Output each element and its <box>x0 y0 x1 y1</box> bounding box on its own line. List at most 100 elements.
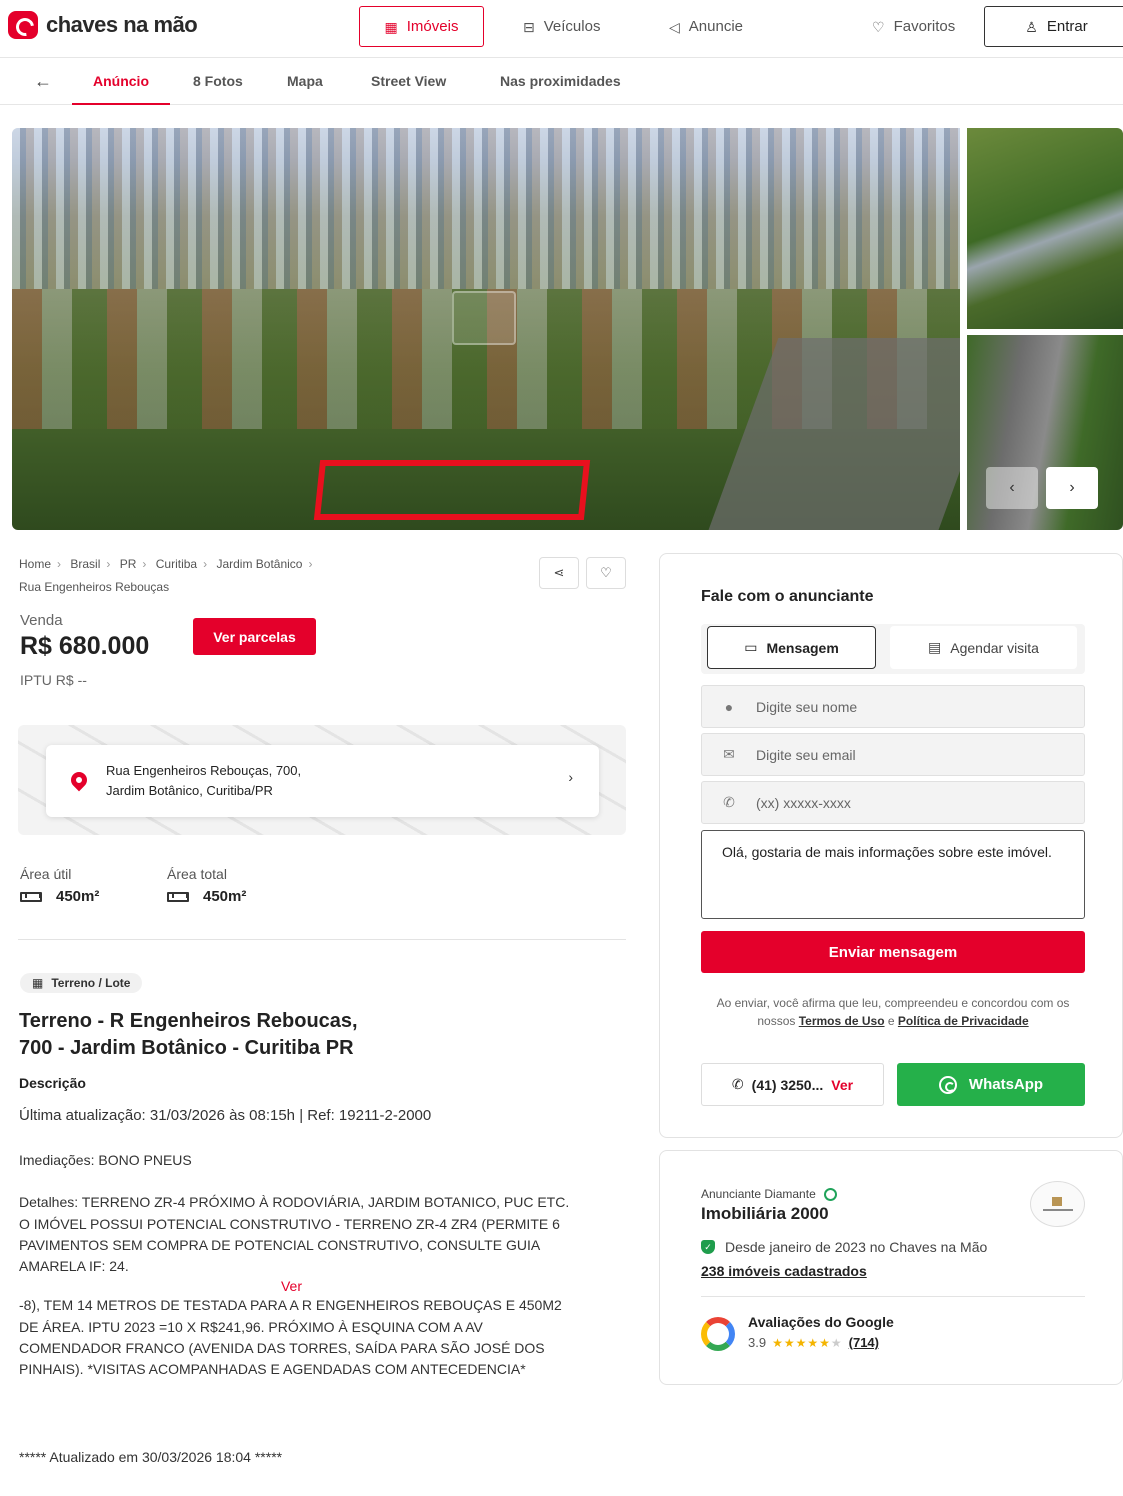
address-text: Rua Engenheiros Rebouças, 700, Jardim Bo… <box>106 761 406 801</box>
google-rating-value: 3.9 <box>748 1335 767 1350</box>
nav-anuncie-button[interactable]: ◁ Anuncie <box>669 6 743 47</box>
phone-field: ✆ <box>701 781 1085 824</box>
tab-fotos[interactable]: 8 Fotos <box>193 58 243 105</box>
description-ver-more-link[interactable]: Ver <box>19 1277 564 1295</box>
phone-ver-link[interactable]: Ver <box>831 1077 853 1093</box>
thumbnail-photo-1[interactable] <box>967 128 1123 329</box>
tab-mapa[interactable]: Mapa <box>287 58 323 105</box>
chat-icon: ▭ <box>744 639 758 655</box>
description-detalhes: Detalhes: TERRENO ZR-4 PRÓXIMO À RODOVIÁ… <box>19 1194 570 1211</box>
site-logo[interactable]: chaves na mão <box>8 11 198 39</box>
back-arrow-icon[interactable]: ← <box>34 58 52 105</box>
top-navbar: chaves na mão ▦ Imóveis ⊟ Veículos ◁ Anu… <box>0 0 1123 58</box>
breadcrumb-separator: › <box>142 557 147 571</box>
google-review-count-link[interactable]: (714) <box>849 1335 879 1350</box>
advertiser-listings-link[interactable]: 238 imóveis cadastrados <box>701 1263 867 1279</box>
send-message-button[interactable]: Enviar mensagem <box>701 931 1085 973</box>
description-footer: ***** Atualizado em 30/03/2026 18:04 ***… <box>19 1449 283 1465</box>
whatsapp-label: WhatsApp <box>968 1076 1044 1093</box>
photo-city-skyline <box>12 128 960 289</box>
envelope-icon: ✉ <box>723 746 735 762</box>
favorite-button[interactable]: ♡ <box>586 557 626 589</box>
description-body: Imediações: BONO PNEUS Detalhes: TERRENO… <box>19 1150 579 1381</box>
tab-street-view[interactable]: Street View <box>371 58 446 105</box>
advertiser-since: ✓ Desde janeiro de 2023 no Chaves na Mão <box>701 1239 987 1255</box>
whatsapp-button[interactable]: WhatsApp <box>897 1063 1085 1106</box>
breadcrumb-home[interactable]: Home <box>19 557 51 571</box>
nav-imoveis-label: Imóveis <box>406 18 459 35</box>
contact-mode-switch: ▭ Mensagem ▤ Agendar visita <box>701 624 1085 674</box>
message-textarea[interactable]: Olá, gostaria de mais informações sobre … <box>701 830 1085 919</box>
building-icon: ▦ <box>384 18 398 35</box>
google-rating-row: 3.9 ★★★★★★ (714) <box>748 1335 879 1350</box>
terms-link[interactable]: Termos de Uso <box>799 1014 885 1028</box>
phone-icon: ✆ <box>723 794 735 810</box>
advertiser-logo[interactable] <box>1030 1181 1085 1227</box>
ver-parcelas-button[interactable]: Ver parcelas <box>193 618 316 655</box>
contact-title: Fale com o anunciante <box>701 588 874 605</box>
breadcrumb-curitiba[interactable]: Curitiba <box>156 557 197 571</box>
listing-title-line-1: Terreno - R Engenheiros Reboucas, <box>19 1010 358 1032</box>
nav-anuncie-label: Anuncie <box>688 18 743 35</box>
legal-notice: Ao enviar, você afirma que leu, compreen… <box>701 994 1085 1030</box>
area-util-label: Área útil <box>20 866 72 882</box>
whatsapp-icon <box>938 1075 957 1094</box>
photo-watermark <box>452 291 516 345</box>
verified-shield-icon: ✓ <box>701 1240 715 1254</box>
star-rating-icon: ★★★★★★ <box>772 1335 843 1350</box>
google-icon <box>701 1317 735 1351</box>
nav-favoritos-button[interactable]: ♡ Favoritos <box>872 6 955 47</box>
property-type-label: Terreno / Lote <box>51 976 131 990</box>
gallery-prev-button[interactable]: ‹ <box>986 467 1038 509</box>
share-button[interactable]: ⋖ <box>539 557 579 589</box>
description-potencial: O IMÓVEL POSSUI POTENCIAL CONSTRUTIVO - … <box>19 1215 560 1275</box>
breadcrumb-separator: › <box>57 557 62 571</box>
area-total: Área total 450m² <box>167 866 246 905</box>
address-line-2: Jardim Botânico, Curitiba/PR <box>106 783 273 798</box>
breadcrumb-separator: › <box>203 557 208 571</box>
nav-veiculos-button[interactable]: ⊟ Veículos <box>523 6 600 47</box>
description-update-line: Última atualização: 31/03/2026 às 08:15h… <box>19 1107 432 1124</box>
name-field: ● <box>701 685 1085 728</box>
email-input[interactable] <box>756 746 1066 763</box>
tab-agendar-visita[interactable]: ▤ Agendar visita <box>890 626 1077 669</box>
ruler-icon <box>167 891 189 902</box>
name-input[interactable] <box>756 698 1066 715</box>
section-divider <box>18 939 626 940</box>
show-phone-button[interactable]: ✆ (41) 3250... Ver <box>701 1063 884 1106</box>
advertiser-logo-mark <box>1042 1197 1073 1211</box>
breadcrumb-separator: › <box>308 557 313 571</box>
email-field: ✉ <box>701 733 1085 776</box>
nav-veiculos-label: Veículos <box>543 18 601 35</box>
lot-outline-marker <box>313 460 591 520</box>
nav-imoveis-button[interactable]: ▦ Imóveis <box>359 6 484 47</box>
person-icon: ● <box>724 698 734 715</box>
address-card[interactable]: Rua Engenheiros Rebouças, 700, Jardim Bo… <box>46 745 599 817</box>
tab-nas-proximidades[interactable]: Nas proximidades <box>500 58 621 105</box>
ruler-icon <box>20 891 42 902</box>
phone-input[interactable] <box>756 794 1066 811</box>
breadcrumb-street[interactable]: Rua Engenheiros Rebouças <box>19 580 169 594</box>
listing-title: Terreno - R Engenheiros Reboucas, 700 - … <box>19 1008 439 1062</box>
main-photo[interactable] <box>12 128 960 530</box>
tab-mensagem[interactable]: ▭ Mensagem <box>707 626 876 669</box>
diamond-badge-icon <box>823 1187 837 1201</box>
gallery-next-button[interactable]: › <box>1046 467 1098 509</box>
chevron-right-icon: › <box>568 769 573 785</box>
breadcrumb-brasil[interactable]: Brasil <box>70 557 100 571</box>
breadcrumb-jardim-botanico[interactable]: Jardim Botânico <box>216 557 302 571</box>
privacy-link[interactable]: Política de Privacidade <box>898 1014 1029 1028</box>
address-line-1: Rua Engenheiros Rebouças, 700, <box>106 763 302 778</box>
advertiser-name[interactable]: Imobiliária 2000 <box>701 1204 829 1224</box>
legal-and: e <box>887 1014 895 1028</box>
listing-title-line-2: 700 - Jardim Botânico - Curitiba PR <box>19 1037 354 1059</box>
calendar-icon: ▤ <box>928 639 942 655</box>
tab-anuncio[interactable]: Anúncio <box>72 58 170 105</box>
breadcrumb-pr[interactable]: PR <box>120 557 137 571</box>
logo-key-icon <box>8 11 38 39</box>
phone-number: (41) 3250... <box>751 1076 824 1093</box>
car-icon: ⊟ <box>523 18 535 35</box>
login-button[interactable]: ♙ Entrar <box>984 6 1123 47</box>
area-util: Área útil 450m² <box>20 866 99 905</box>
logo-text: chaves na mão <box>46 12 198 37</box>
